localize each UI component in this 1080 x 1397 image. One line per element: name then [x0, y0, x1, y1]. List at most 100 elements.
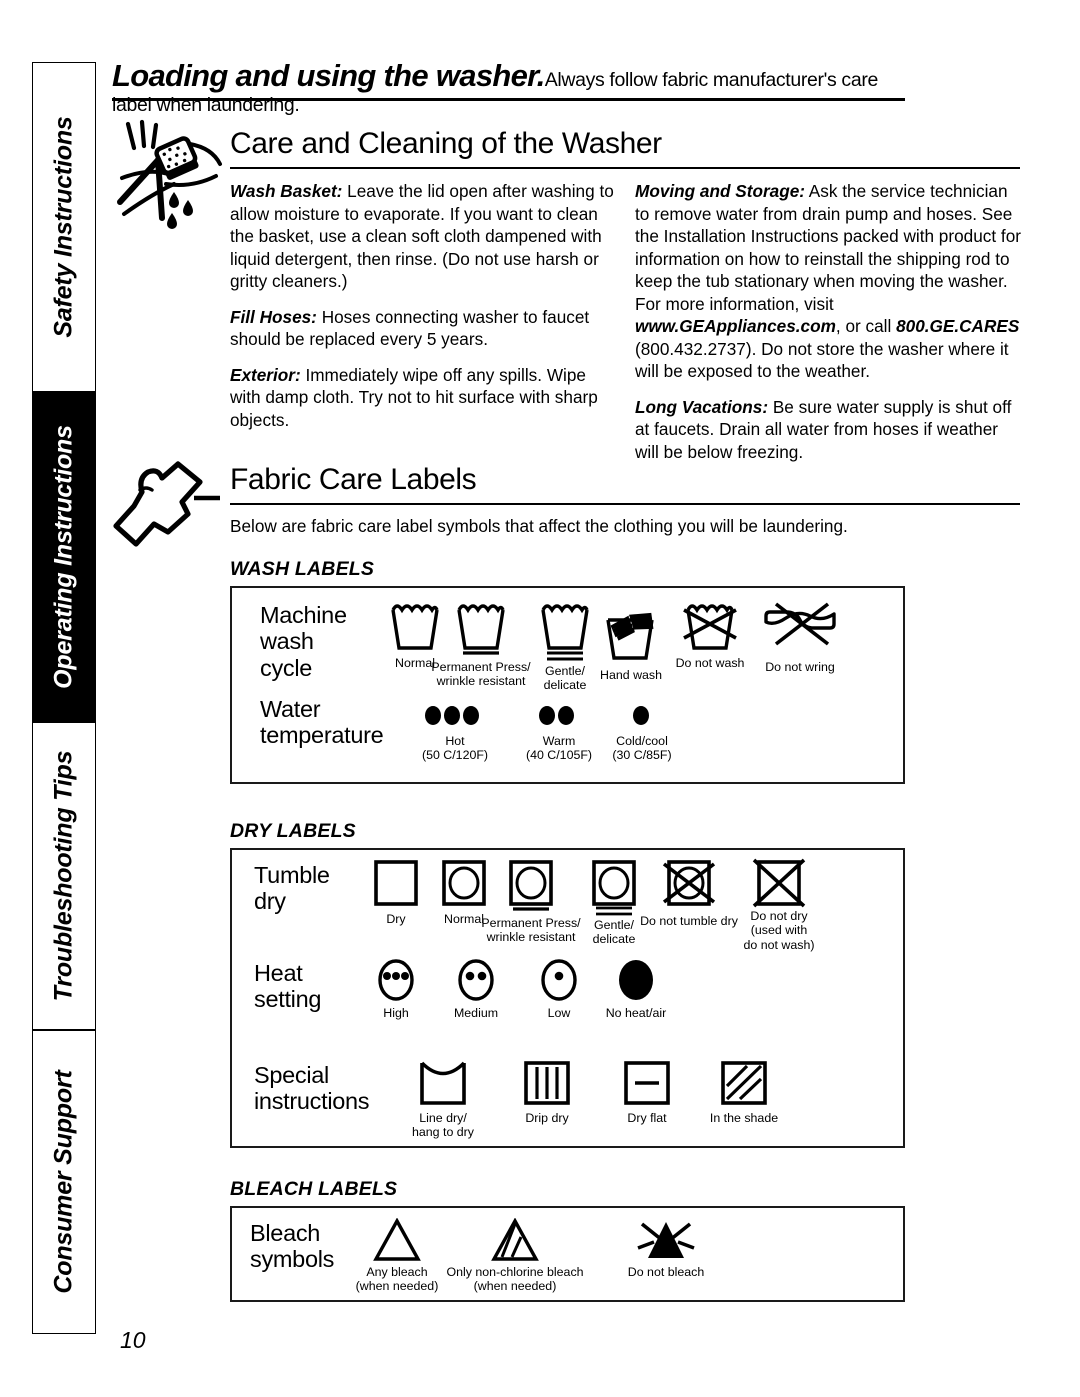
no-heat-air-icon [619, 960, 653, 1000]
symbol-caption: Cold/cool (30 C/85F) [612, 726, 671, 763]
sidebar-tab-troubleshooting-tips[interactable]: Troubleshooting Tips [32, 722, 96, 1030]
sidebar-tab-label: Troubleshooting Tips [49, 750, 78, 1002]
paragraph-lead: Exterior: [230, 364, 301, 385]
caption-line: Do not bleach [627, 1265, 705, 1279]
row-label-line: symbols [250, 1246, 335, 1273]
symbol-caption: High [383, 1002, 408, 1020]
section-title: Care and Cleaning of the Washer [230, 127, 662, 160]
symbol-cell-tumble-dry-normal: Normal [440, 858, 488, 926]
caption-line: Gentle/ [594, 918, 634, 932]
dot [444, 706, 460, 725]
symbol-cell-no-heat-air: No heat/air [606, 958, 666, 1020]
caption-line: Medium [453, 1006, 499, 1020]
symbol-caption: Do not bleach [628, 1262, 704, 1279]
section-heading-care-and-cleaning: Care and Cleaning of the Washer [230, 128, 1020, 169]
dot [539, 706, 555, 725]
symbol-caption: Do not tumble dry [640, 908, 738, 928]
symbol-caption: Gentle/ delicate [544, 654, 587, 693]
symbol-cell-dry: Dry [372, 858, 420, 926]
row-label-line: temperature [260, 722, 384, 749]
symbol-cell-permanent-press-wash: Permanent Press/ wrinkle resistant [431, 602, 531, 688]
symbol-cell-warm-water: Warm (40 C/105F) [526, 706, 592, 762]
paragraph-exterior: Exterior: Immediately wipe off any spill… [230, 364, 620, 432]
wash-basin-one-bar-icon [457, 604, 505, 655]
dot [558, 706, 574, 725]
running-head-title: Loading and using the washer. [112, 58, 545, 93]
caption-line: Normal [444, 912, 484, 926]
row-label-line: instructions [254, 1088, 370, 1115]
symbol-caption: Line dry/ hang to dry [412, 1108, 474, 1140]
symbol-cell-heat-medium: Medium [454, 958, 498, 1020]
care-left-column: Wash Basket: Leave the lid open after wa… [230, 180, 620, 431]
row-label-line: Heat [254, 960, 303, 986]
caption-line: Cold/cool [616, 734, 668, 748]
caption-line: Line dry/ [419, 1111, 467, 1125]
in-the-shade-icon [721, 1061, 767, 1105]
do-not-wring-icon [764, 602, 836, 646]
two-dots-icon [539, 706, 574, 725]
symbol-caption: Gentle/ delicate [593, 908, 636, 947]
paragraph-lead: Fill Hoses: [230, 306, 317, 327]
caption-line: High [383, 1006, 409, 1020]
wash-basin-two-bar-icon [541, 604, 589, 661]
caption-line: Hand wash [600, 668, 662, 682]
sponge-cleaning-icon [112, 118, 224, 230]
caption-line: (when needed) [473, 1279, 557, 1294]
symbol-cell-normal-wash: Normal [388, 602, 442, 670]
symbol-caption: Medium [454, 1002, 498, 1020]
symbol-caption: Dry flat [627, 1108, 666, 1125]
symbol-caption: Warm (40 C/105F) [526, 726, 592, 763]
paragraph-moving-and-storage: Moving and Storage: Ask the service tech… [635, 180, 1025, 383]
sidebar-tab-operating-instructions[interactable]: Operating Instructions [32, 392, 96, 722]
paragraph-body-tail: (800.432.2737). Do not store the washer … [635, 338, 1009, 382]
do-not-dry-icon [752, 858, 806, 908]
panel-dry-labels: Tumble dry Dry Normal Permanent Press/ w… [230, 848, 905, 1148]
group-caption-wash-labels: WASH LABELS [230, 558, 375, 580]
dry-flat-icon [624, 1061, 670, 1105]
fabric-care-labels-intro: Below are fabric care label symbols that… [230, 516, 848, 536]
caption-line: Gentle/ [545, 664, 585, 678]
symbol-caption: Drip dry [525, 1108, 568, 1125]
caption-line: (when needed) [355, 1279, 439, 1294]
section-heading-fabric-care-labels: Fabric Care Labels [230, 464, 1020, 505]
symbol-cell-do-not-bleach: Do not bleach [628, 1218, 704, 1279]
row-label-bleach-symbols: Bleach symbols [250, 1220, 334, 1273]
row-label-line: Water [260, 696, 321, 722]
row-label-line: wash [260, 628, 314, 655]
heat-low-icon [541, 959, 577, 1001]
symbol-caption: Permanent Press/ wrinkle resistant [481, 908, 580, 945]
caption-line: Do not wash [675, 656, 745, 670]
caption-line: Permanent Press/ [431, 660, 531, 674]
garment-shirt-icon [108, 452, 220, 564]
caption-line: Hot [445, 734, 465, 748]
do-not-wash-icon [683, 604, 737, 650]
group-caption-dry-labels: DRY LABELS [230, 820, 356, 842]
panel-bleach-labels: Bleach symbols Any bleach (when needed) … [230, 1206, 905, 1302]
paragraph-lead: Moving and Storage: [635, 181, 805, 201]
symbol-caption: Low [548, 1002, 571, 1020]
paragraph-body-mid: , or call [835, 316, 897, 337]
symbol-cell-heat-low: Low [537, 958, 581, 1020]
row-label-line: Special [254, 1062, 329, 1088]
paragraph-long-vacations: Long Vacations: Be sure water supply is … [635, 396, 1025, 464]
dry-square-icon [374, 860, 418, 906]
paragraph-lead: Wash Basket: [230, 181, 343, 201]
sidebar-tab-consumer-support[interactable]: Consumer Support [32, 1030, 96, 1334]
section-title: Fabric Care Labels [230, 463, 477, 496]
dot [463, 706, 479, 725]
tumble-dry-normal-icon [442, 860, 486, 906]
paragraph-fill-hoses: Fill Hoses: Hoses connecting washer to f… [230, 306, 620, 351]
panel-wash-labels: Machine wash cycle Normal Permanent Pres… [230, 586, 905, 784]
symbol-cell-in-the-shade: In the shade [710, 1058, 778, 1125]
caption-line: Do not dry [750, 909, 808, 923]
running-head-rule [112, 98, 905, 101]
sidebar-tab-safety-instructions[interactable]: Safety Instructions [32, 62, 96, 392]
caption-line: delicate [592, 932, 636, 947]
section-rule [230, 166, 1020, 169]
symbol-cell-do-not-wring: Do not wring [762, 602, 838, 674]
symbol-cell-drip-dry: Drip dry [522, 1058, 572, 1125]
symbol-caption: Permanent Press/ wrinkle resistant [431, 654, 530, 689]
website-link[interactable]: www.GEAppliances.com [635, 316, 836, 336]
drip-dry-icon [524, 1061, 570, 1105]
phone-number-vanity: 800.GE.CARES [896, 316, 1020, 337]
